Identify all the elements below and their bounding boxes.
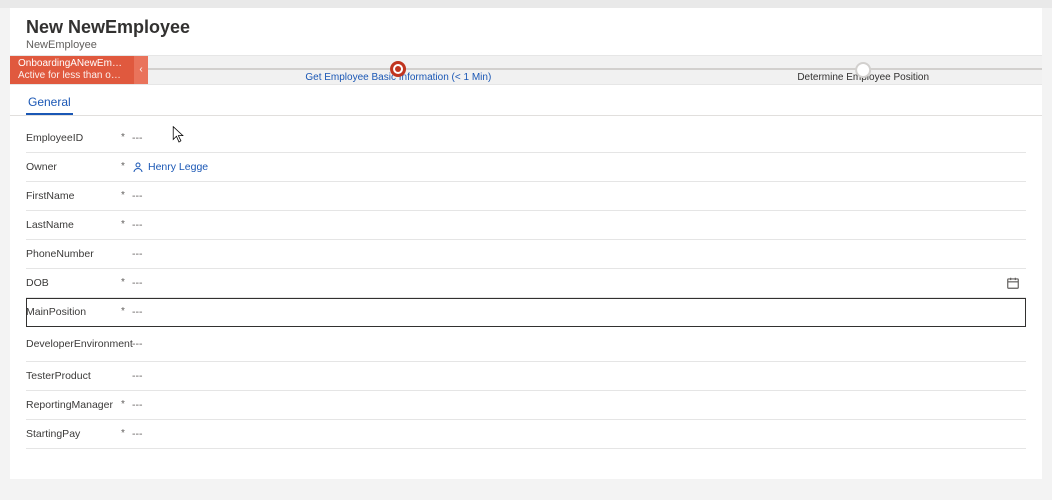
field-label: DeveloperEnvironment: [26, 338, 118, 350]
bpf-collapse-button[interactable]: ‹: [134, 56, 148, 84]
field-value[interactable]: ---: [128, 399, 1026, 411]
owner-name: Henry Legge: [148, 161, 208, 173]
field-value[interactable]: ---: [128, 306, 1026, 318]
field-label: TesterProduct: [26, 370, 118, 382]
bpf-flag-title: OnboardingANewEmplo...: [18, 58, 126, 70]
person-icon: [132, 161, 144, 173]
bpf-flag-subtitle: Active for less than one mi...: [18, 70, 126, 82]
required-indicator: *: [118, 132, 128, 143]
chevron-left-icon: ‹: [139, 64, 142, 75]
field-value[interactable]: ---: [128, 428, 1026, 440]
field-owner[interactable]: Owner * Henry Legge: [26, 153, 1026, 182]
field-dob[interactable]: DOB * ---: [26, 269, 1026, 298]
field-value[interactable]: ---: [128, 370, 1026, 382]
field-employee-id[interactable]: EmployeeID * ---: [26, 124, 1026, 153]
field-last-name[interactable]: LastName * ---: [26, 211, 1026, 240]
field-starting-pay[interactable]: StartingPay * ---: [26, 420, 1026, 449]
required-indicator: *: [118, 399, 128, 410]
required-indicator: *: [118, 428, 128, 439]
field-label: StartingPay: [26, 428, 118, 440]
field-phone-number[interactable]: PhoneNumber ---: [26, 240, 1026, 269]
required-indicator: *: [118, 277, 128, 288]
field-label: EmployeeID: [26, 132, 118, 144]
required-indicator: *: [118, 219, 128, 230]
field-tester-product[interactable]: TesterProduct ---: [26, 362, 1026, 391]
required-indicator: *: [118, 161, 128, 172]
field-value[interactable]: ---: [128, 248, 1026, 260]
field-label: DOB: [26, 277, 118, 289]
bpf-stage-dot-icon: [855, 62, 871, 78]
field-label: LastName: [26, 219, 118, 231]
business-process-flow: OnboardingANewEmplo... Active for less t…: [10, 55, 1042, 85]
field-label: Owner: [26, 161, 118, 173]
field-label: MainPosition: [26, 306, 118, 318]
bpf-flag[interactable]: OnboardingANewEmplo... Active for less t…: [10, 56, 134, 84]
field-developer-environment[interactable]: DeveloperEnvironment ---: [26, 327, 1026, 362]
bpf-stage-label: Get Employee Basic Information: [305, 72, 448, 83]
field-label: ReportingManager: [26, 399, 118, 411]
calendar-icon[interactable]: [1006, 276, 1020, 290]
field-value[interactable]: ---: [128, 277, 1026, 289]
field-first-name[interactable]: FirstName * ---: [26, 182, 1026, 211]
bpf-stage-active-dot-icon: [390, 61, 406, 77]
field-label: PhoneNumber: [26, 248, 118, 260]
bpf-stage-determine-position[interactable]: Determine Employee Position: [797, 56, 929, 83]
field-value[interactable]: ---: [128, 219, 1026, 231]
field-value[interactable]: ---: [128, 190, 1026, 202]
bpf-stage-basic-info[interactable]: Get Employee Basic Information (< 1 Min): [305, 56, 491, 83]
owner-link[interactable]: Henry Legge: [132, 161, 1026, 173]
field-main-position[interactable]: MainPosition * ---: [26, 298, 1026, 327]
form-general: EmployeeID * --- Owner * Henry Legge Fir…: [10, 116, 1042, 479]
required-indicator: *: [118, 306, 128, 317]
required-indicator: *: [118, 190, 128, 201]
field-reporting-manager[interactable]: ReportingManager * ---: [26, 391, 1026, 420]
field-label: FirstName: [26, 190, 118, 202]
record-title: New NewEmployee: [26, 18, 1026, 38]
field-value[interactable]: ---: [128, 338, 1026, 350]
record-subtitle: NewEmployee: [26, 39, 1026, 51]
field-value[interactable]: ---: [128, 132, 1026, 144]
tab-general[interactable]: General: [26, 91, 73, 115]
bpf-stage-time: (< 1 Min): [452, 72, 492, 83]
